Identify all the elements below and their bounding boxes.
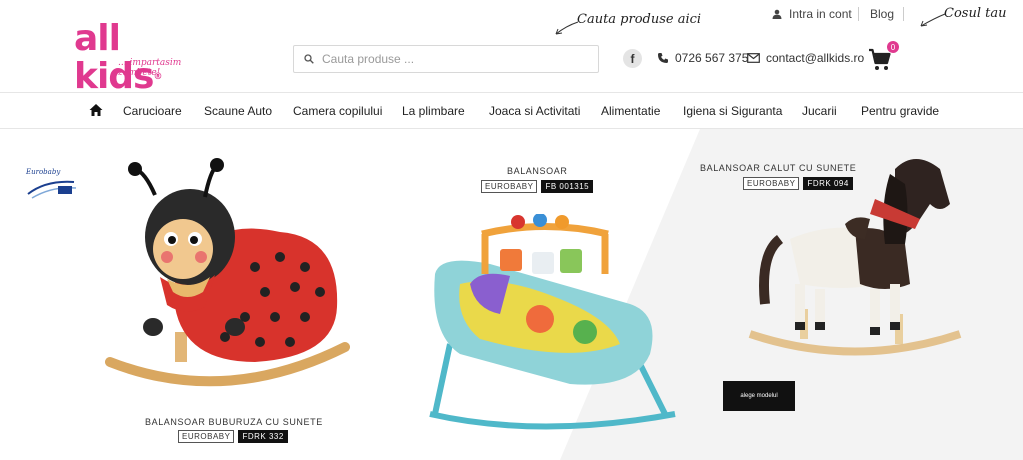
- nav-item-la-plimbare[interactable]: La plimbare: [402, 104, 465, 118]
- nav-item-jucarii[interactable]: Jucarii: [802, 104, 837, 118]
- home-icon[interactable]: [89, 103, 103, 117]
- product-tags: EUROBABY FB 001315: [481, 180, 594, 193]
- nav-item-carucioare[interactable]: Carucioare: [123, 104, 182, 118]
- mail-icon: [747, 53, 760, 63]
- infant-rocker-image[interactable]: [420, 214, 680, 449]
- cart-hint: Cosul tau: [944, 6, 1007, 21]
- product-title: BALANSOAR BUBURUZA CU SUNETE: [145, 417, 323, 427]
- product-tags: EUROBABY FDRK 332: [178, 430, 288, 443]
- login-link[interactable]: Intra in cont: [772, 6, 852, 22]
- email-address: contact@allkids.ro: [766, 51, 865, 65]
- eurobaby-badge-text: Eurobaby: [26, 168, 61, 176]
- login-label: Intra in cont: [789, 7, 852, 21]
- nav-item-camera-copilului[interactable]: Camera copilului: [293, 104, 382, 118]
- product-title: BALANSOAR CALUT CU SUNETE: [700, 163, 857, 173]
- site-logo[interactable]: all kids® ... impartasim zambete!: [74, 20, 214, 96]
- user-icon: [772, 9, 782, 19]
- nav-item-igiena-si-siguranta[interactable]: Igiena si Siguranta: [683, 104, 782, 118]
- facebook-icon[interactable]: f: [623, 49, 642, 68]
- search-icon: [304, 54, 314, 64]
- cart-count-badge: 0: [887, 41, 899, 53]
- eurobaby-swoosh-icon: [27, 180, 77, 199]
- logo-tagline: ... impartasim zambete!: [118, 58, 182, 78]
- product-brand-tag: EUROBABY: [481, 180, 538, 193]
- product-brand-tag: EUROBABY: [743, 177, 800, 190]
- nav-item-scaune-auto[interactable]: Scaune Auto: [204, 104, 272, 118]
- phone-contact[interactable]: 0726 567 375: [657, 51, 748, 65]
- product-tags: EUROBABY FDRK 094: [743, 177, 853, 190]
- divider: [858, 7, 859, 21]
- choose-model-button[interactable]: alege modelul: [723, 381, 795, 411]
- main-navigation: Carucioare Scaune Auto Camera copilului …: [0, 92, 1023, 129]
- site-header: all kids® ... impartasim zambete! Cauta …: [0, 0, 1023, 96]
- search-box[interactable]: [293, 45, 599, 73]
- search-input[interactable]: [322, 52, 582, 66]
- ladybug-rocker-image[interactable]: [105, 157, 355, 397]
- blog-link[interactable]: Blog: [870, 6, 894, 22]
- divider: [903, 7, 904, 21]
- product-code-tag: FDRK 332: [238, 430, 288, 443]
- search-hint: Cauta produse aici: [577, 12, 702, 27]
- search-hint-arrow-icon: [555, 21, 579, 35]
- product-code-tag: FDRK 094: [803, 177, 853, 190]
- product-title: BALANSOAR: [507, 166, 568, 176]
- cart-hint-arrow-icon: [920, 13, 946, 27]
- phone-icon: [658, 53, 668, 63]
- nav-item-joaca-si-activitati[interactable]: Joaca si Activitati: [489, 104, 580, 118]
- product-code-tag: FB 001315: [541, 180, 594, 193]
- product-brand-tag: EUROBABY: [178, 430, 235, 443]
- eurobaby-badge: Eurobaby: [26, 168, 80, 208]
- email-contact[interactable]: contact@allkids.ro: [747, 51, 864, 65]
- phone-number: 0726 567 375: [675, 51, 749, 65]
- nav-item-alimentatie[interactable]: Alimentatie: [601, 104, 660, 118]
- nav-item-pentru-gravide[interactable]: Pentru gravide: [861, 104, 939, 118]
- hero-banner[interactable]: Eurobaby BALANSOAR EUROBABY FB 001315 BA…: [0, 129, 1023, 460]
